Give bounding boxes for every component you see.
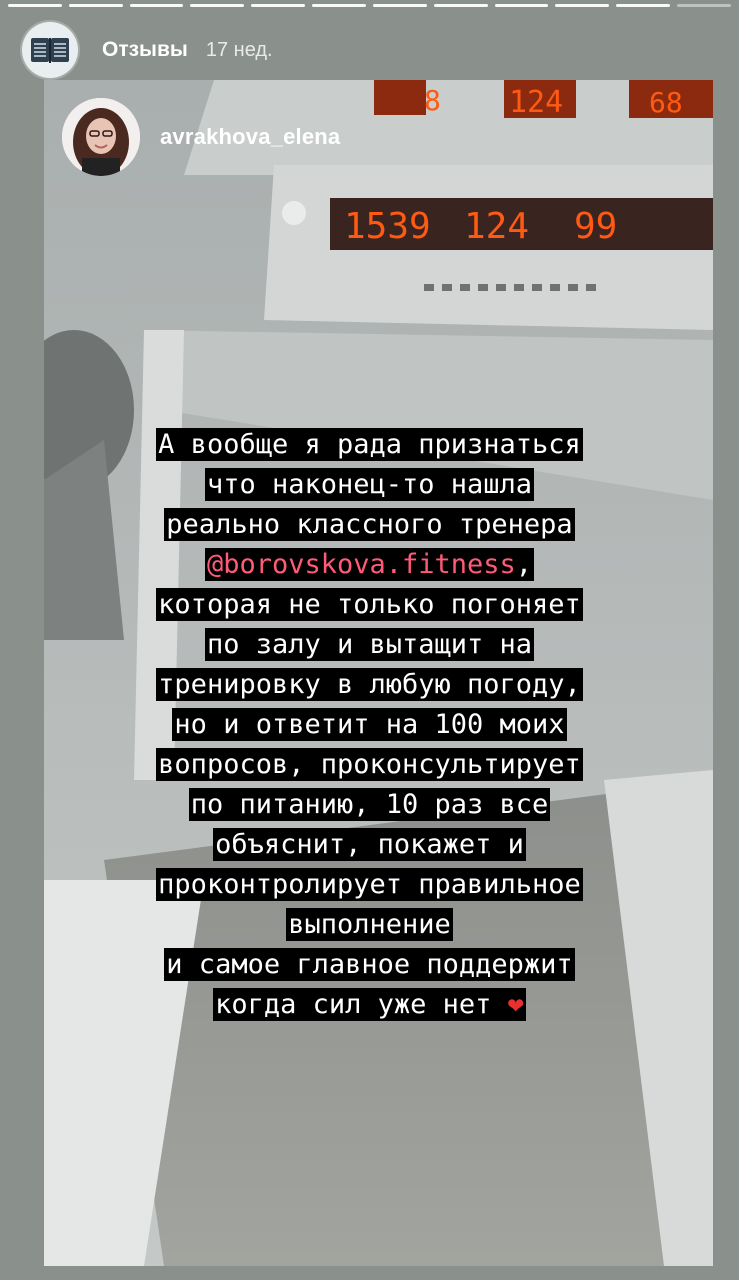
progress-segment-current <box>677 4 731 7</box>
caption-line: но и ответит на 100 моих <box>172 708 567 741</box>
caption-line: и самое главное поддержит <box>164 948 575 981</box>
caption-line: что наконец-то нашла <box>204 468 535 501</box>
progress-segment <box>312 4 366 7</box>
display-digits: 68 <box>649 86 683 119</box>
progress-segment <box>129 4 184 7</box>
person-photo <box>62 98 140 176</box>
progress-segment <box>251 4 306 7</box>
user-avatar[interactable] <box>62 98 140 176</box>
caption-line: вопросов, проконсультирует <box>156 748 583 781</box>
display-digits: 124 <box>509 85 563 120</box>
caption-line: когда сил уже нет <box>215 989 492 1020</box>
progress-segment <box>494 4 549 7</box>
progress-segment <box>68 4 123 7</box>
display-digits: 8 <box>424 84 441 117</box>
story-progress-bar <box>8 4 731 8</box>
username[interactable]: avrakhova_elena <box>160 124 340 150</box>
post-time: 17 нед. <box>205 38 273 61</box>
book-icon <box>31 38 69 63</box>
progress-segment <box>433 4 488 7</box>
caption-line: А вообще я рада признаться <box>156 428 583 461</box>
trainer-mention-link[interactable]: @borovskova.fitness <box>207 549 516 580</box>
highlight-avatar[interactable] <box>22 22 78 78</box>
caption-line: реально классного тренера <box>164 508 575 541</box>
mention-suffix: , <box>515 549 533 580</box>
progress-segment <box>616 4 671 7</box>
caption-line: объяснит, покажет и <box>213 828 526 861</box>
caption-line: выполнение <box>286 908 453 941</box>
caption-line-mention: @borovskova.fitness, <box>204 548 535 581</box>
progress-segment <box>372 4 427 7</box>
caption-line: по питанию, 10 раз все <box>188 788 551 821</box>
highlight-title[interactable]: Отзывы <box>102 38 188 62</box>
caption-line: по залу и вытащит на <box>204 628 535 661</box>
display-digits: 99 <box>574 206 617 247</box>
caption-line: которая не только погоняет <box>156 588 583 621</box>
progress-segment <box>8 4 62 7</box>
caption-line: проконтролирует правильное <box>156 868 583 901</box>
display-digits: 1539 <box>344 206 431 247</box>
progress-segment <box>555 4 610 7</box>
reposted-user[interactable]: avrakhova_elena <box>62 98 340 176</box>
progress-segment <box>190 4 245 7</box>
caption-line-last: когда сил уже нет ❤ <box>213 988 526 1021</box>
display-digits: 124 <box>464 206 529 247</box>
caption-line: тренировку в любую погоду, <box>156 668 583 701</box>
heart-icon: ❤ <box>507 989 524 1020</box>
story-header: Отзывы 17 нед. <box>22 22 273 78</box>
caption-text: А вообще я рада признаться что наконец-т… <box>0 428 739 1028</box>
